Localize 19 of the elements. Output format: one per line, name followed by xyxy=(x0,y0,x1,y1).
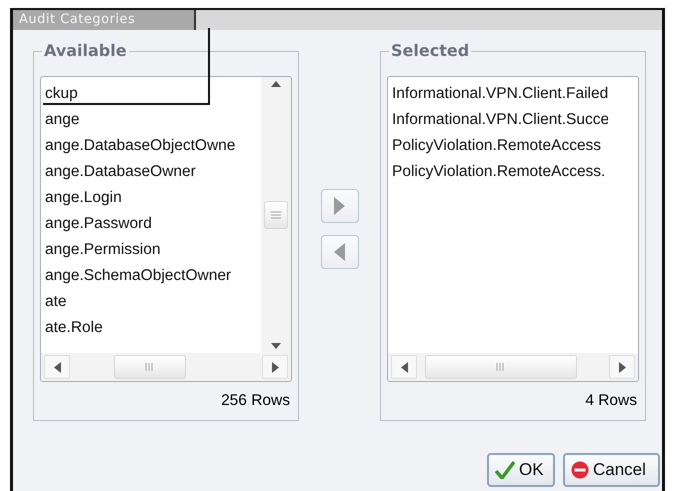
list-item[interactable]: PolicyViolation.RemoteAccess. xyxy=(392,159,608,185)
row-count: 256 Rows xyxy=(220,392,291,410)
list-item[interactable]: ate xyxy=(45,289,261,315)
cancel-button[interactable]: Cancel xyxy=(563,453,660,487)
list-item[interactable]: PolicyViolation.RemoteAccess xyxy=(392,133,608,159)
list-item[interactable]: ange.DatabaseObjectOwne xyxy=(45,133,261,159)
list-item[interactable]: Informational.VPN.Client.Failed xyxy=(392,81,608,107)
ok-button[interactable]: OK xyxy=(487,453,555,487)
list-item[interactable]: ange.SchemaObjectOwner xyxy=(45,263,261,289)
list-item[interactable]: ate.Role xyxy=(45,315,261,341)
list-item[interactable]: ckup xyxy=(45,81,261,107)
window-title: Audit Categories xyxy=(13,10,196,30)
list-item[interactable]: ange.Permission xyxy=(45,237,261,263)
row-count: 4 Rows xyxy=(584,392,638,410)
list-item[interactable]: ange.Password xyxy=(45,211,261,237)
list-item[interactable]: Informational.VPN.Client.Succe xyxy=(392,107,608,133)
list-item[interactable]: ange.Login xyxy=(45,185,261,211)
list-item[interactable]: ange.DatabaseOwner xyxy=(45,159,261,185)
list-item[interactable]: ange xyxy=(45,107,261,133)
